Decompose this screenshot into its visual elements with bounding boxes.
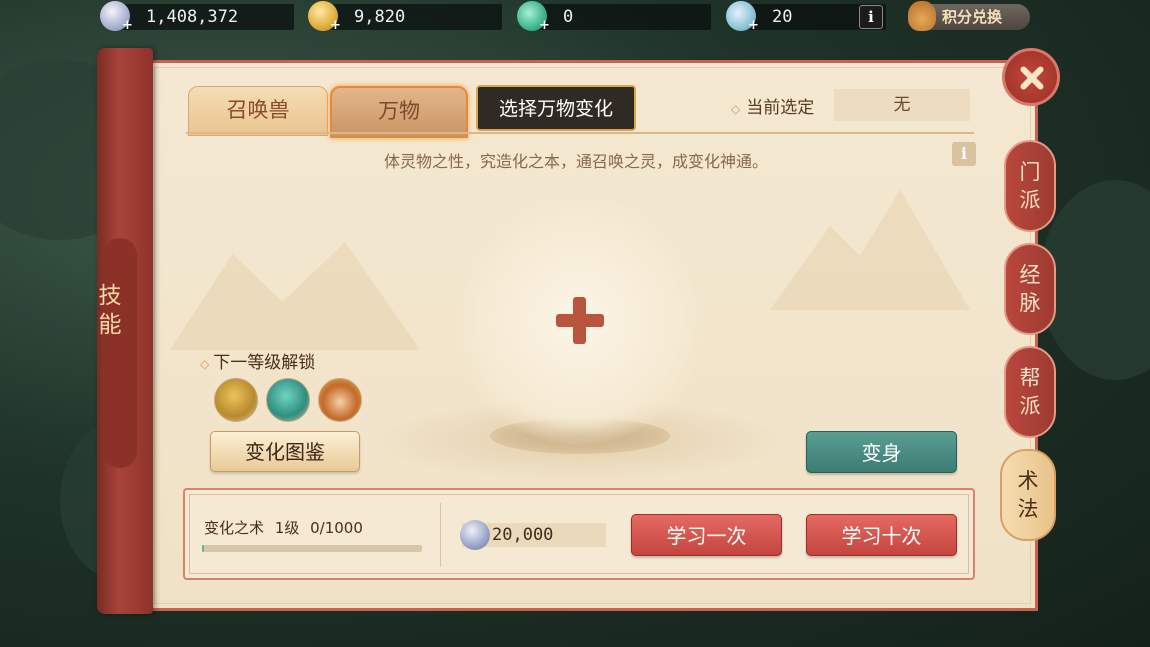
side-tab-label: 术法 xyxy=(1017,469,1039,521)
side-tab-label: 经脉 xyxy=(1019,263,1041,315)
silver-value: 1,408,372 xyxy=(146,7,239,27)
select-transformation-button[interactable]: 选择万物变化 xyxy=(476,85,636,131)
next-level-unlock: ◇ 下一等级解锁 xyxy=(200,348,315,373)
side-tab-label: 帮派 xyxy=(1019,366,1041,418)
scroll-inner xyxy=(103,238,137,468)
tab-summon-beast[interactable]: 召唤兽 xyxy=(188,86,328,136)
resource-bar: + 1,408,372 + 9,820 + 0 + 20 i 积分兑换 xyxy=(0,0,1150,36)
tab-divider xyxy=(186,132,974,134)
money-bag-icon xyxy=(908,1,936,31)
silver-resource[interactable]: + 1,408,372 xyxy=(100,1,294,32)
skill-info: 变化之术 1级 0/1000 xyxy=(204,517,363,538)
current-selection-text: 当前选定 xyxy=(746,98,815,118)
current-selection-value: 无 xyxy=(834,89,970,121)
jade-resource[interactable]: + 0 xyxy=(517,1,711,32)
next-level-unlock-label: 下一等级解锁 xyxy=(213,353,316,373)
skill-description: 体灵物之性，究造化之本，通召唤之灵，成变化神通。 xyxy=(383,152,768,171)
diamond-icon: ◇ xyxy=(200,357,210,371)
learn-divider xyxy=(440,503,441,567)
side-tab-magic[interactable]: 术法 xyxy=(1000,449,1056,541)
gold-resource[interactable]: + 9,820 xyxy=(308,1,502,32)
add-slot-icon[interactable] xyxy=(573,297,586,344)
info-icon[interactable]: i xyxy=(859,5,883,29)
gold-value: 9,820 xyxy=(354,7,406,27)
side-tab-meridian[interactable]: 经脉 xyxy=(1004,243,1056,335)
help-info-icon[interactable]: i xyxy=(952,142,976,166)
side-tab-guild[interactable]: 帮派 xyxy=(1004,346,1056,438)
skill-progress-bar xyxy=(202,545,422,552)
current-selection-label: ◇ 当前选定 xyxy=(731,93,814,118)
points-exchange-label: 积分兑换 xyxy=(942,8,1003,26)
skills-scroll-label: 技能 xyxy=(94,283,120,341)
add-icon[interactable]: + xyxy=(539,19,550,32)
skill-level: 1级 xyxy=(274,519,300,537)
monkey-king-avatar[interactable] xyxy=(318,378,362,422)
learn-once-button[interactable]: 学习一次 xyxy=(631,514,782,556)
add-icon[interactable]: + xyxy=(122,19,133,32)
close-button[interactable] xyxy=(1002,48,1060,106)
jade-dragon-avatar[interactable] xyxy=(266,378,310,422)
transform-button[interactable]: 变身 xyxy=(806,431,957,473)
points-exchange-button[interactable]: 积分兑换 xyxy=(908,1,1030,31)
golden-lion-avatar[interactable] xyxy=(214,378,258,422)
side-tab-label: 门派 xyxy=(1019,160,1041,212)
add-icon[interactable]: + xyxy=(330,19,341,32)
skill-name: 变化之术 xyxy=(204,519,265,537)
transformation-gallery-button[interactable]: 变化图鉴 xyxy=(210,431,360,472)
learn-cost-value: 20,000 xyxy=(492,525,554,545)
learn-ten-times-button[interactable]: 学习十次 xyxy=(806,514,957,556)
side-tab-sect[interactable]: 门派 xyxy=(1004,140,1056,232)
skill-progress-fill xyxy=(202,545,205,552)
skill-progress-text: 0/1000 xyxy=(310,519,363,537)
diamond-icon: ◇ xyxy=(731,102,741,116)
learn-cost: 20,000 xyxy=(460,520,606,550)
cloud-value: 20 xyxy=(772,7,793,27)
add-icon[interactable]: + xyxy=(748,19,759,32)
jade-value: 0 xyxy=(563,7,574,27)
tab-all-things[interactable]: 万物 xyxy=(330,86,468,138)
background-tree xyxy=(1040,180,1150,380)
silver-coin-icon xyxy=(460,520,490,550)
